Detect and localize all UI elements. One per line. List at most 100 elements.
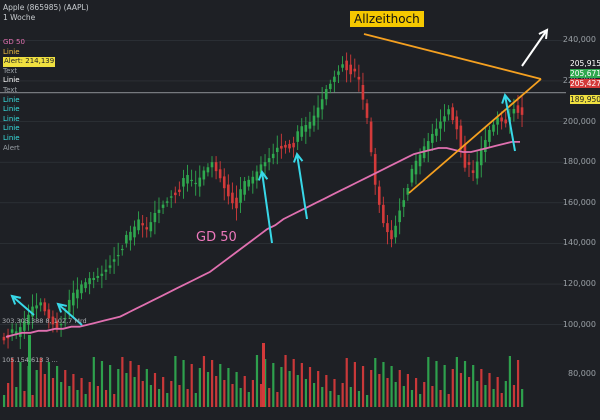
volume-bar [337, 395, 340, 407]
volume-bar [11, 358, 14, 407]
candle-body [377, 186, 381, 205]
volume-bar [68, 386, 71, 407]
candle-body [251, 176, 255, 184]
volume-bar [496, 377, 499, 407]
volume-bar [206, 372, 210, 407]
candle-body [39, 302, 42, 306]
candle-body [222, 176, 226, 189]
volume-bar [96, 386, 99, 407]
candle-body [165, 201, 169, 203]
legend-item: Linie [3, 114, 20, 123]
price-tag: 205,915 [570, 59, 600, 68]
volume-bar [480, 369, 483, 407]
volume-bar [60, 382, 63, 407]
volume-bar [423, 382, 426, 407]
volume-bar [255, 355, 259, 407]
volume-bar [2, 395, 6, 407]
volume-bar [64, 370, 67, 407]
candle-body [104, 269, 108, 272]
volume-bar [427, 357, 430, 407]
volume-bar [345, 358, 348, 407]
volume-bar [104, 390, 108, 407]
candle-body [467, 162, 471, 165]
candle-body [263, 162, 267, 167]
candle-body [308, 121, 312, 129]
candle-body [496, 117, 499, 125]
volume-bar [211, 360, 214, 407]
candle-body [129, 231, 132, 241]
candle-body [190, 179, 193, 182]
volume-bar [133, 377, 136, 407]
support-arrow-3-shaft [11, 295, 35, 316]
volume-bar [451, 369, 454, 407]
candle-body [520, 107, 524, 115]
volume-bar [28, 335, 31, 407]
volume-bar [194, 393, 197, 407]
candle-body [2, 336, 6, 341]
volume-bar [329, 391, 332, 407]
volume-bar [382, 362, 385, 407]
candle-body [218, 169, 222, 179]
volume-bar [394, 382, 397, 407]
candle-body [357, 76, 361, 80]
volume-bar [141, 381, 144, 407]
candle-body [202, 170, 206, 180]
legend-item: Linie [3, 95, 20, 104]
candle-body [471, 170, 475, 173]
candle-body [141, 223, 144, 226]
volume-bar [51, 378, 55, 407]
candle-body [410, 168, 414, 183]
candle-body [341, 64, 344, 68]
volume-bar [157, 389, 161, 407]
volume-bar [251, 380, 255, 407]
candle-body [231, 192, 234, 204]
candle-body [382, 204, 385, 224]
candle-body [173, 192, 177, 196]
volume-bar [231, 384, 234, 407]
candle-body [459, 125, 463, 150]
candle-body [386, 223, 389, 233]
candle-body [292, 142, 295, 148]
price-tag: 205,671 [570, 69, 600, 78]
candle-body [169, 196, 173, 198]
volume-bar [357, 391, 361, 407]
candle-body [67, 299, 71, 313]
candle-body [235, 197, 238, 209]
volume-bar [109, 365, 112, 407]
volume-bar [288, 371, 291, 407]
candle-body [80, 284, 83, 294]
volume-bar [23, 391, 26, 407]
volume-bar [419, 394, 422, 407]
candle-body [504, 119, 508, 124]
candle-body [72, 292, 75, 306]
volume-bar [129, 361, 132, 407]
volume-bar [198, 368, 201, 407]
volume-bar [292, 359, 295, 407]
volume-bar [349, 387, 352, 407]
candle-body [137, 219, 140, 231]
price-tick-label: 120,000 [562, 279, 596, 289]
volume-bar [410, 390, 414, 407]
volume-bar [259, 384, 263, 407]
candle-body [247, 179, 251, 187]
candle-body [394, 225, 397, 238]
volume-bar [100, 361, 104, 407]
volume-bar [333, 379, 336, 407]
candle-body [100, 273, 104, 276]
price-chart [0, 28, 566, 407]
volume-bar [162, 377, 165, 407]
volume-bar [398, 370, 401, 407]
candle-body [243, 181, 246, 195]
candle-body [145, 227, 149, 230]
candle-body [484, 140, 487, 153]
candle-body [84, 282, 87, 289]
volume-bar [472, 365, 475, 407]
candle-body [353, 68, 357, 72]
volume-bar [117, 369, 120, 407]
volume-bar [113, 394, 116, 407]
candle-body [112, 259, 116, 262]
volume-bar [19, 362, 22, 407]
volume-bar [80, 378, 83, 407]
triangle-lower-line [408, 78, 542, 194]
volume-bar [227, 368, 230, 407]
